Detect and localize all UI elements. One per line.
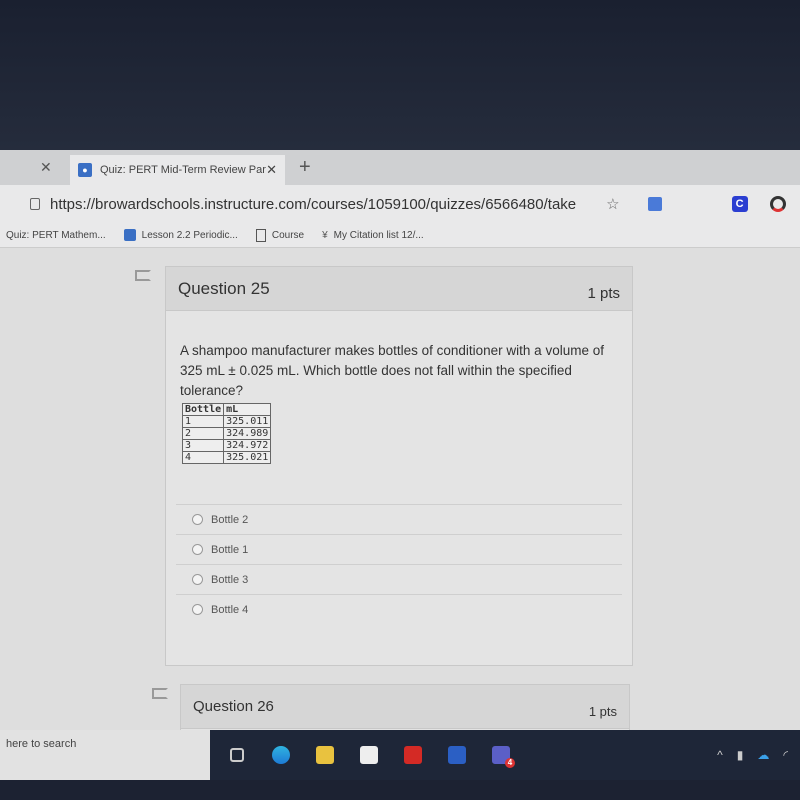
canvas-favicon-icon xyxy=(123,229,136,241)
extension-c-icon[interactable]: C xyxy=(731,196,748,212)
citation-icon: ¥ xyxy=(322,229,328,241)
flag-question-icon[interactable] xyxy=(135,270,151,281)
answer-option[interactable]: Bottle 2 xyxy=(176,504,622,534)
canvas-favicon-icon: ● xyxy=(78,163,92,177)
bookmark-item[interactable]: Course xyxy=(255,228,305,242)
question-header: Question 25 1 pts xyxy=(166,267,632,311)
bookmark-item[interactable]: Quiz: PERT Mathem... xyxy=(6,230,106,241)
extension-ring-icon[interactable] xyxy=(769,196,786,212)
bookmark-item[interactable]: Lesson 2.2 Periodic... xyxy=(123,229,238,241)
answer-option[interactable]: Bottle 1 xyxy=(176,534,622,564)
acrobat-icon[interactable] xyxy=(396,738,430,772)
question-title: Question 26 xyxy=(193,698,274,715)
store-icon[interactable] xyxy=(352,738,386,772)
bookmark-label: My Citation list 12/... xyxy=(333,229,424,241)
star-icon[interactable]: ☆ xyxy=(606,195,619,213)
bookmark-label: Lesson 2.2 Periodic... xyxy=(141,229,238,241)
wifi-icon[interactable]: ◜ xyxy=(783,748,788,762)
bookmark-label: Quiz: PERT Mathem... xyxy=(6,229,106,241)
system-tray: ^ ▮ ☁ ◜ xyxy=(717,748,800,762)
question-text: A shampoo manufacturer makes bottles of … xyxy=(180,343,604,398)
flag-question-icon[interactable] xyxy=(152,688,168,699)
usb-icon[interactable]: ▮ xyxy=(737,748,744,762)
edge-icon[interactable] xyxy=(264,738,298,772)
task-view-icon[interactable] xyxy=(220,738,254,772)
extension-icon[interactable] xyxy=(647,197,662,211)
page-content: Question 25 1 pts A shampoo manufacturer… xyxy=(0,248,800,744)
answer-list: Bottle 2 Bottle 1 Bottle 3 Bottle 4 xyxy=(166,504,632,624)
tab-label: Quiz: PERT Mid-Term Review Par xyxy=(100,164,266,176)
address-bar: https://browardschools.instructure.com/c… xyxy=(0,185,800,223)
teams-icon[interactable]: 4 xyxy=(484,738,518,772)
question-card: Question 25 1 pts A shampoo manufacturer… xyxy=(165,266,633,666)
close-tab-icon[interactable]: ✕ xyxy=(40,159,60,176)
tab-quiz[interactable]: ● Quiz: PERT Mid-Term Review Par ✕ xyxy=(70,155,285,185)
lock-icon xyxy=(30,198,40,210)
question-points: 1 pts xyxy=(588,704,617,719)
bookmark-label: Course xyxy=(271,229,305,241)
table-header: Bottle xyxy=(181,403,225,416)
question-points: 1 pts xyxy=(587,285,620,302)
bookmark-item[interactable]: ¥ My Citation list 12/... xyxy=(322,230,424,241)
bottle-table: Bottle mL 1 325.011 2 324.989 3 324.972 4 325… xyxy=(181,403,272,464)
notification-badge: 4 xyxy=(505,758,515,768)
radio-button[interactable] xyxy=(192,514,203,525)
url-input[interactable]: https://browardschools.instructure.com/c… xyxy=(50,196,576,213)
radio-button[interactable] xyxy=(192,574,203,585)
chevron-up-icon[interactable]: ^ xyxy=(717,748,723,762)
screen-bezel xyxy=(0,0,800,150)
tab-bar: ✕ ● Quiz: PERT Mid-Term Review Par ✕ + xyxy=(0,150,800,185)
answer-option[interactable]: Bottle 3 xyxy=(176,564,622,594)
taskbar-search-input[interactable]: here to search xyxy=(0,730,210,780)
table-row: 3 324.972 xyxy=(181,439,272,452)
document-icon xyxy=(255,228,266,242)
word-icon[interactable] xyxy=(440,738,474,772)
question-title: Question 25 xyxy=(178,278,270,298)
new-tab-icon[interactable]: + xyxy=(299,156,311,179)
radio-button[interactable] xyxy=(192,544,203,555)
table-row: 4 325.021 xyxy=(181,451,272,464)
answer-option[interactable]: Bottle 4 xyxy=(176,594,622,624)
close-icon[interactable]: ✕ xyxy=(266,162,277,178)
bookmarks-bar: Quiz: PERT Mathem... Lesson 2.2 Periodic… xyxy=(0,223,800,248)
radio-button[interactable] xyxy=(192,604,203,615)
table-row: 2 324.989 xyxy=(181,427,272,440)
table-row: 1 325.011 xyxy=(181,415,272,428)
onedrive-icon[interactable]: ☁ xyxy=(757,748,769,762)
taskbar: here to search 4 ^ ▮ ☁ ◜ xyxy=(0,730,800,780)
file-explorer-icon[interactable] xyxy=(308,738,342,772)
table-header: mL xyxy=(223,403,272,416)
